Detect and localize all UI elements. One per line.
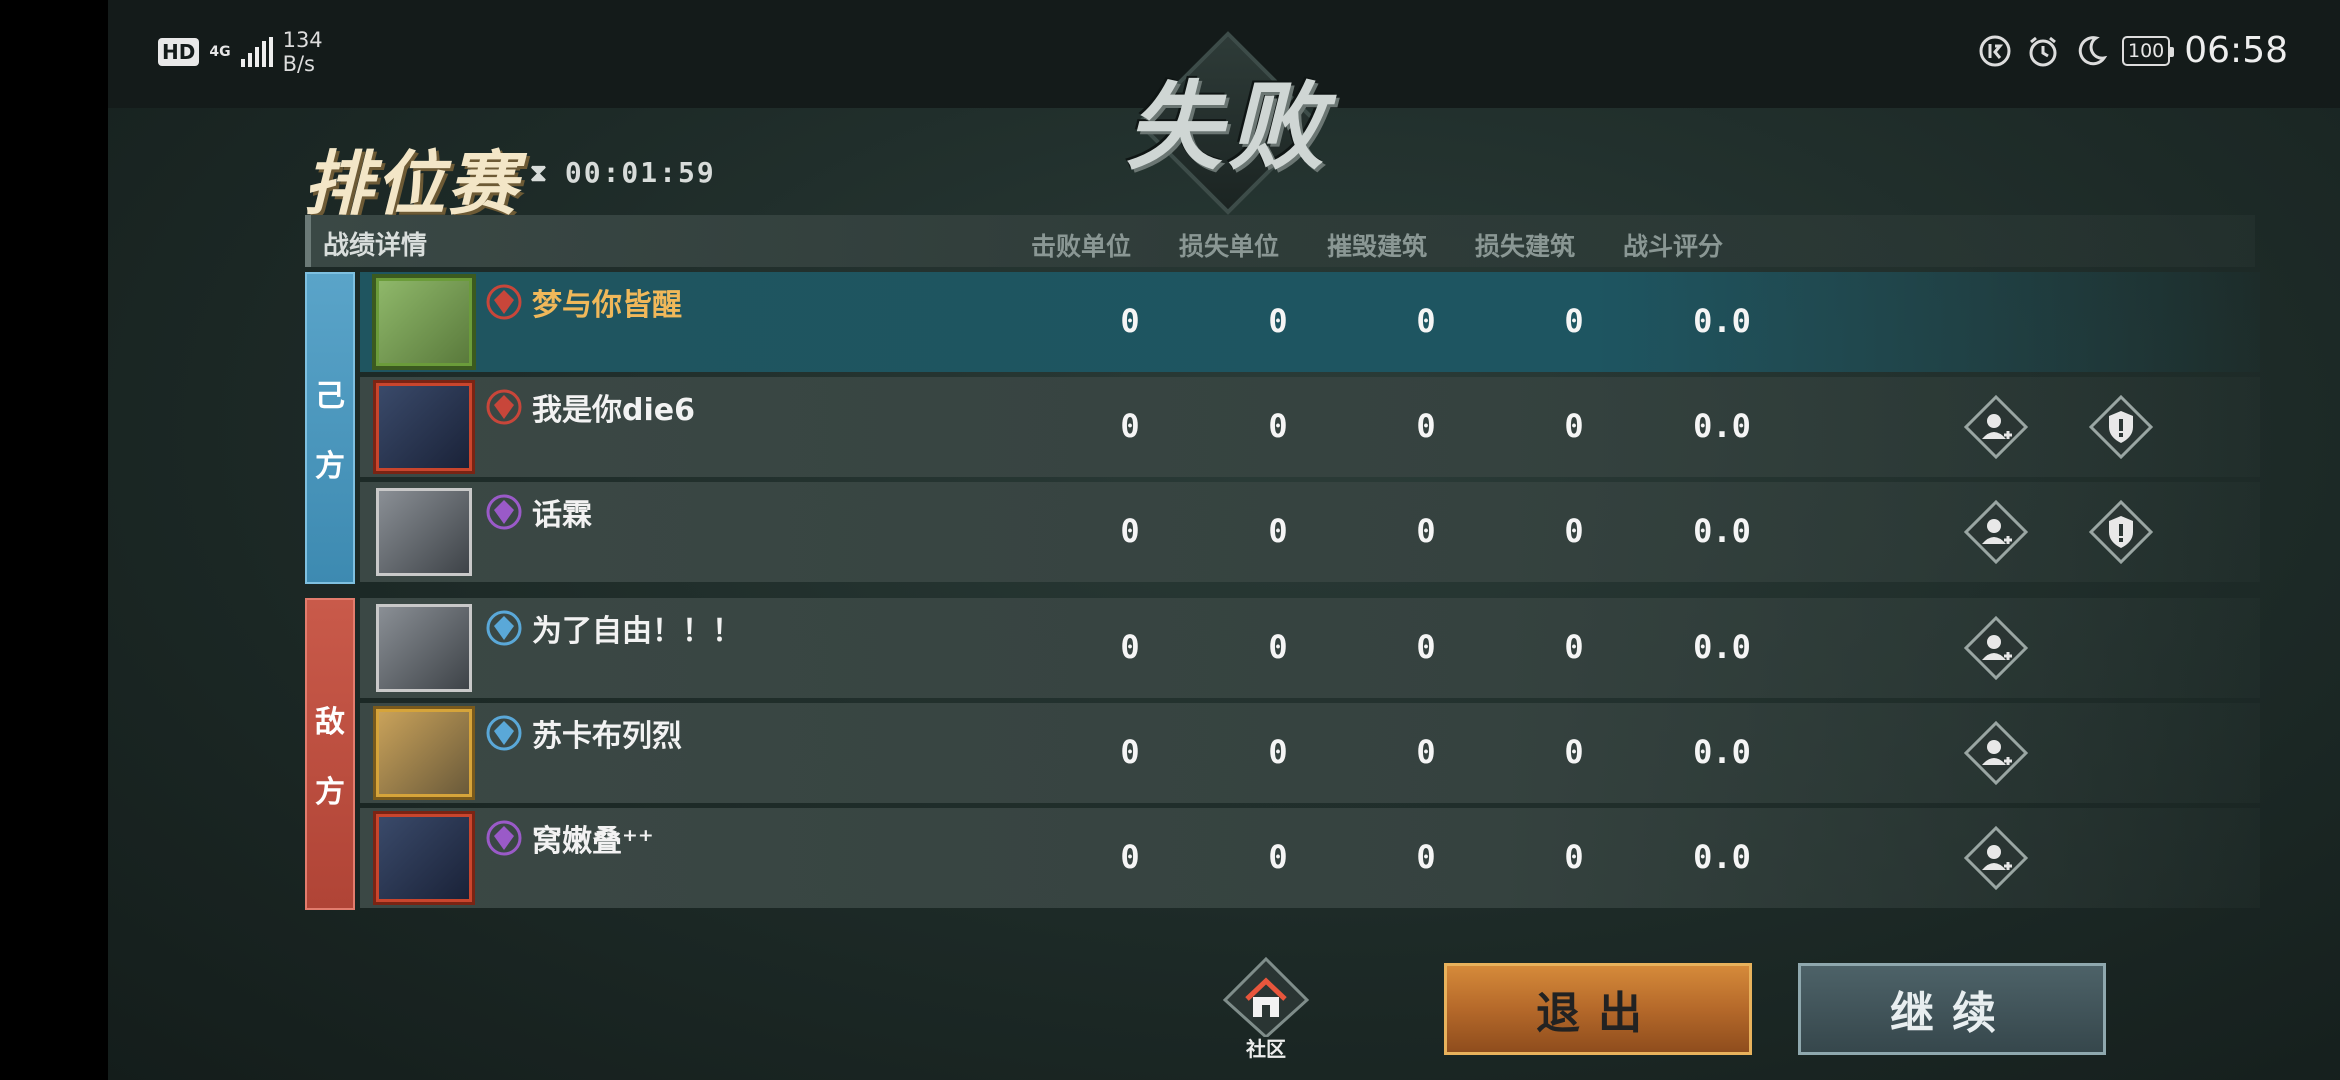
- rank-badge-icon: [486, 715, 522, 751]
- player-row[interactable]: 梦与你皆醒 0 0 0 0 0.0: [360, 272, 2260, 372]
- stat-cell: 0: [1564, 733, 1584, 771]
- enemy-label-2: 方: [315, 775, 345, 810]
- ally-side-label: 己 方: [305, 272, 355, 584]
- stat-cell: 0.0: [1693, 407, 1751, 445]
- rank-badge-icon: [486, 284, 522, 320]
- stat-cell: 0: [1416, 628, 1436, 666]
- avatar[interactable]: [376, 488, 472, 576]
- player-row[interactable]: 话霖 0 0 0 0 0.0: [360, 482, 2260, 582]
- player-name: 梦与你皆醒: [532, 288, 682, 323]
- rank-badge-icon: [486, 610, 522, 646]
- network-speed: 134 B/s: [283, 28, 323, 76]
- speed-unit: B/s: [282, 52, 316, 76]
- report-icon[interactable]: [2089, 395, 2153, 459]
- player-name: 话霖: [532, 498, 592, 533]
- result-banner: 失败: [1118, 28, 1338, 215]
- game-screen: HD 4G 134 B/s 100 06:58 失败 排位赛 ⧗ 00:01:5…: [108, 0, 2340, 1080]
- stat-cell: 0: [1268, 838, 1288, 876]
- player-row[interactable]: 苏卡布列烈 0 0 0 0 0.0: [360, 703, 2260, 803]
- hd-badge: HD: [158, 38, 200, 66]
- stat-cell: 0: [1564, 407, 1584, 445]
- player-name: 窝嫩叠⁺⁺: [532, 824, 654, 859]
- home-icon: [1222, 956, 1310, 1037]
- stat-cell: 0: [1268, 512, 1288, 550]
- rank-badge-icon: [486, 389, 522, 425]
- stat-cell: 0: [1416, 302, 1436, 340]
- stat-cell: 0: [1416, 407, 1436, 445]
- avatar[interactable]: [376, 278, 472, 366]
- col-head-lost-buildings: 损失建筑: [1474, 232, 1575, 261]
- stat-cell: 0: [1416, 838, 1436, 876]
- stat-cell: 0: [1268, 628, 1288, 666]
- stat-cell: 0.0: [1693, 838, 1751, 876]
- moon-icon: [2078, 35, 2108, 65]
- timer-value: 00:01:59: [564, 156, 716, 189]
- community-button[interactable]: 社区: [1211, 955, 1321, 1065]
- avatar[interactable]: [376, 814, 472, 902]
- stat-cell: 0: [1268, 407, 1288, 445]
- player-name: 苏卡布列烈: [532, 719, 682, 754]
- add-friend-icon[interactable]: [1964, 616, 2028, 680]
- stat-cell: 0.0: [1693, 733, 1751, 771]
- result-title: 失败: [1126, 69, 1330, 183]
- player-row[interactable]: 我是你die6 0 0 0 0 0.0: [360, 377, 2260, 477]
- stat-cell: 0: [1564, 628, 1584, 666]
- ally-label-1: 己: [315, 379, 345, 414]
- col-head-score: 战斗评分: [1622, 232, 1723, 261]
- player-row[interactable]: 为了自由！！！ 0 0 0 0 0.0: [360, 598, 2260, 698]
- avatar[interactable]: [376, 604, 472, 692]
- stat-cell: 0: [1120, 407, 1140, 445]
- col-head-losses: 损失单位: [1178, 232, 1279, 261]
- stat-cell: 0: [1120, 302, 1140, 340]
- enemy-label-1: 敌: [315, 705, 345, 740]
- player-name: 为了自由！！！: [532, 614, 742, 649]
- col-head-destroyed-buildings: 摧毁建筑: [1326, 232, 1427, 261]
- alarm-icon: [2029, 36, 2057, 66]
- stat-cell: 0: [1268, 302, 1288, 340]
- stat-cell: 0: [1120, 628, 1140, 666]
- section-title: 战绩详情: [323, 231, 428, 261]
- player-row[interactable]: 窝嫩叠⁺⁺ 0 0 0 0 0.0: [360, 808, 2260, 908]
- stat-cell: 0: [1564, 512, 1584, 550]
- player-name: 我是你die6: [532, 393, 695, 428]
- clock: 06:58: [2184, 30, 2288, 71]
- avatar[interactable]: [376, 709, 472, 797]
- mode-title: 排位赛: [303, 143, 519, 225]
- add-friend-icon[interactable]: [1964, 500, 2028, 564]
- stat-cell: 0.0: [1693, 302, 1751, 340]
- add-friend-icon[interactable]: [1964, 826, 2028, 890]
- stat-cell: 0.0: [1693, 628, 1751, 666]
- status-left: HD 4G 134 B/s: [158, 28, 323, 76]
- add-friend-icon[interactable]: [1964, 721, 2028, 785]
- avatar[interactable]: [376, 383, 472, 471]
- network-type: 4G: [209, 44, 231, 60]
- speed-value: 134: [282, 28, 323, 52]
- col-head-kills: 击败单位: [1030, 232, 1131, 261]
- continue-button[interactable]: 继续: [1798, 963, 2106, 1055]
- exit-button[interactable]: 退出: [1444, 963, 1752, 1055]
- ally-label-2: 方: [315, 449, 345, 484]
- enemy-side-label: 敌 方: [305, 598, 355, 910]
- rank-badge-icon: [486, 494, 522, 530]
- battery-icon: 100: [2121, 35, 2175, 66]
- stat-cell: 0: [1564, 838, 1584, 876]
- data-saver-icon: [1979, 35, 2011, 66]
- stat-cell: 0: [1120, 838, 1140, 876]
- stat-cell: 0.0: [1693, 512, 1751, 550]
- report-icon[interactable]: [2089, 500, 2153, 564]
- community-label: 社区: [1246, 1037, 1286, 1061]
- stat-cell: 0: [1268, 733, 1288, 771]
- signal-icon: [240, 37, 273, 67]
- stat-cell: 0: [1564, 302, 1584, 340]
- match-timer: ⧗ 00:01:59: [530, 156, 716, 189]
- stat-cell: 0: [1416, 733, 1436, 771]
- status-right: 100 06:58: [1978, 30, 2288, 71]
- rank-badge-icon: [486, 820, 522, 856]
- add-friend-icon[interactable]: [1964, 395, 2028, 459]
- stat-cell: 0: [1120, 512, 1140, 550]
- table-header: 战绩详情 击败单位 损失单位 摧毁建筑 损失建筑 战斗评分: [305, 215, 2255, 267]
- stat-cell: 0: [1416, 512, 1436, 550]
- stat-cell: 0: [1120, 733, 1140, 771]
- hourglass-icon: ⧗: [530, 158, 549, 187]
